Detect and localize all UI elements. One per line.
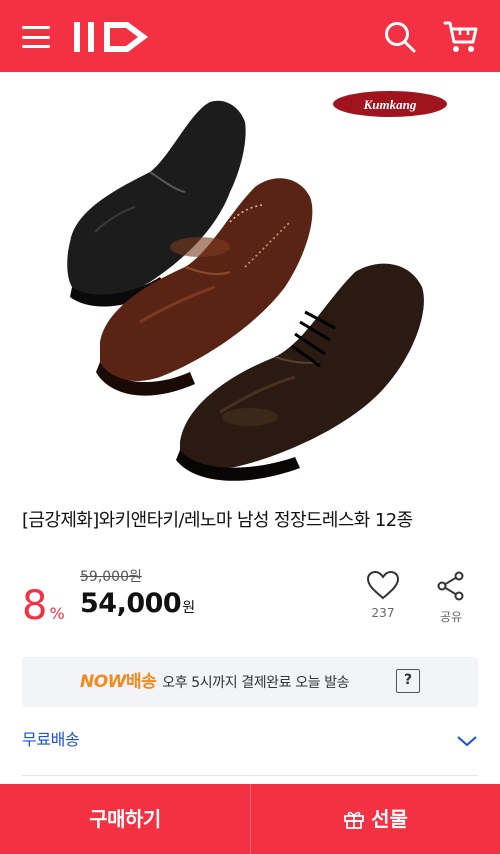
now-delivery-text: NOW배송 오후 5시까지 결제완료 오늘 발송 bbox=[80, 657, 350, 707]
share-button[interactable]: 공유 bbox=[428, 570, 474, 630]
heart-icon bbox=[366, 570, 400, 600]
brand-badge-text: Kumkang bbox=[363, 97, 417, 112]
shipping-label: 무료배송 bbox=[22, 730, 80, 749]
product-image[interactable] bbox=[0, 72, 500, 492]
now-brand-en: NOW bbox=[80, 672, 126, 692]
like-count: 237 bbox=[371, 606, 395, 620]
chevron-down-icon bbox=[457, 736, 477, 747]
now-delivery-banner: NOW배송 오후 5시까지 결제완료 오늘 발송 ? bbox=[22, 657, 478, 707]
divider bbox=[22, 775, 478, 776]
gift-button[interactable]: 선물 bbox=[251, 784, 500, 854]
product-title: [금강제화]와키앤타키/레노마 남성 정장드레스화 12종 bbox=[22, 510, 413, 531]
search-icon[interactable] bbox=[383, 20, 417, 54]
top-app-bar bbox=[0, 0, 500, 72]
now-brand-kr: 배송 bbox=[125, 672, 157, 692]
gift-icon bbox=[344, 811, 364, 829]
bottom-action-bar: 구매하기 선물 bbox=[0, 784, 500, 854]
hamburger-menu-icon[interactable] bbox=[22, 26, 50, 48]
now-delivery-description: 오후 5시까지 결제완료 오늘 발송 bbox=[162, 675, 350, 691]
discount-value: 8 bbox=[22, 583, 48, 629]
original-price: 59,000원 bbox=[80, 569, 142, 585]
discount-rate: 8% bbox=[22, 584, 65, 628]
gift-label: 선물 bbox=[371, 807, 408, 831]
discount-unit: % bbox=[49, 604, 65, 623]
share-label: 공유 bbox=[439, 610, 463, 624]
cart-icon[interactable] bbox=[442, 18, 480, 56]
shipping-option-row[interactable]: 무료배송 bbox=[22, 720, 482, 760]
sale-price-amount: 54,000 bbox=[80, 588, 182, 619]
sale-price: 54,000원 bbox=[80, 588, 195, 619]
help-question-icon[interactable]: ? bbox=[396, 669, 420, 693]
buy-button[interactable]: 구매하기 bbox=[0, 784, 250, 854]
now-brand: NOW배송 bbox=[80, 672, 157, 692]
sale-price-currency: 원 bbox=[182, 600, 196, 616]
like-button[interactable]: 237 bbox=[358, 570, 408, 630]
brand-badge: Kumkang bbox=[332, 90, 448, 118]
logo-11st[interactable] bbox=[72, 18, 154, 56]
share-icon bbox=[437, 571, 464, 601]
